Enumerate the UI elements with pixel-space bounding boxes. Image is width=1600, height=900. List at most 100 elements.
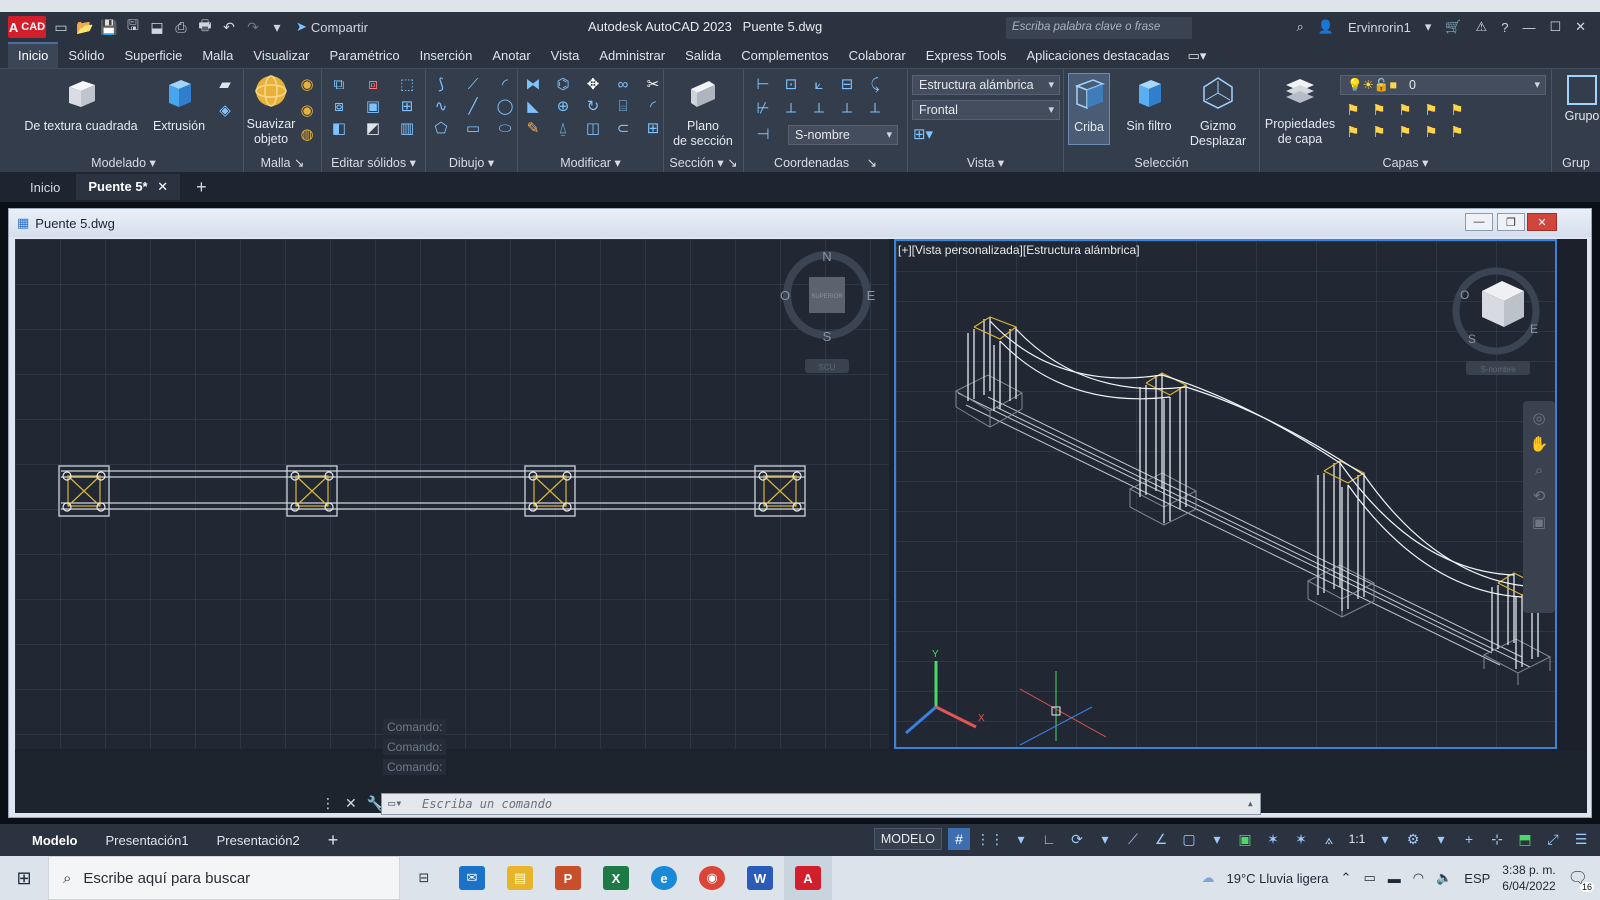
tab-malla[interactable]: Malla (192, 44, 243, 68)
rect-array-icon[interactable]: ⊞ (644, 119, 662, 137)
open-folder-icon[interactable]: 📂 (76, 18, 94, 36)
stretch-icon[interactable]: ◫ (584, 119, 602, 137)
annotation-monitor-icon[interactable]: + (1458, 828, 1480, 850)
viewport-3d[interactable]: [+][Vista personalizada][Estructura alám… (894, 239, 1557, 749)
object-snap-icon[interactable]: ▢ (1178, 828, 1200, 850)
volume-icon[interactable]: 🔈 (1436, 870, 1452, 886)
intersect-icon[interactable]: ⧇ (330, 97, 348, 115)
annotation-scale-value[interactable]: 1:1 (1346, 828, 1368, 850)
annotation-scale-icon[interactable]: ⟑ (1318, 828, 1340, 850)
layout-tab-presentacion2[interactable]: Presentación2 (203, 827, 314, 854)
ellipse-icon[interactable]: ⬭ (496, 119, 514, 137)
panel-title-modelado[interactable]: Modelado ▾ (4, 155, 243, 170)
save-as-icon[interactable]: 🖫 (124, 17, 142, 36)
compass-east[interactable]: E (867, 288, 876, 303)
view-cube-face-label[interactable]: SUPERIOR (811, 294, 843, 300)
autodesk-account-icon[interactable]: ⚠ (1476, 19, 1488, 35)
powerpoint-icon[interactable]: P (544, 856, 592, 900)
fillet-icon[interactable]: ◜ (644, 97, 662, 115)
doc-tab-puente[interactable]: Puente 5* ✕ (76, 174, 181, 200)
meet-now-icon[interactable]: ▭ (1363, 870, 1375, 886)
search-icon[interactable]: ⌕ (1297, 19, 1304, 35)
transparency-icon[interactable]: ▣ (1234, 828, 1256, 850)
ucs-z-icon[interactable]: ⟂ (838, 99, 856, 117)
panel-title-coordenadas[interactable]: Coordenadas ↘ (744, 155, 907, 170)
doc-tab-start[interactable]: Inicio (18, 175, 72, 200)
command-input[interactable]: ▭▾ Escriba un comando ▴ (381, 793, 1261, 815)
subtract-icon[interactable]: ⧈ (364, 75, 382, 93)
weather-icon[interactable]: ☁ (1202, 870, 1215, 886)
orbit-icon[interactable]: ⟲ (1530, 487, 1548, 505)
union-icon[interactable]: ⧉ (330, 75, 348, 93)
quick-properties-icon[interactable]: ⬒ (1514, 828, 1536, 850)
viewport-config-icon[interactable]: ⊞▾ (913, 125, 933, 143)
pan-icon[interactable]: ✋ (1530, 435, 1549, 453)
layer-match-icon[interactable]: ⚑ (1448, 123, 1466, 141)
ucs-y-icon[interactable]: ⟂ (810, 99, 828, 117)
wifi-icon[interactable]: ◠ (1413, 870, 1424, 886)
save-web-icon[interactable]: ⬓ (148, 18, 166, 36)
word-icon[interactable]: W (736, 856, 784, 900)
excel-icon[interactable]: X (592, 856, 640, 900)
offset-icon[interactable]: ⊂ (614, 119, 632, 137)
plot-icon[interactable]: ⎙ (172, 18, 190, 36)
panel-title-vista[interactable]: Vista ▾ (908, 155, 1063, 170)
cmd-history-chevron-icon[interactable]: ▴ (1247, 796, 1254, 810)
qat-customize-icon[interactable]: ▾ (268, 18, 286, 36)
scale-icon[interactable]: ⌸ (614, 97, 632, 115)
polar-menu-chevron-icon[interactable]: ▾ (1094, 828, 1116, 850)
layer-lock-icon[interactable]: ⚑ (1422, 101, 1440, 119)
3d-align-icon[interactable]: ⌬ (554, 75, 572, 93)
scale-menu-chevron-icon[interactable]: ▾ (1374, 828, 1396, 850)
layer-current-icon[interactable]: ⚑ (1448, 101, 1466, 119)
user-name[interactable]: Ervinrorin1 (1348, 20, 1411, 35)
tab-visualizar[interactable]: Visualizar (243, 44, 319, 68)
tray-chevron-icon[interactable]: ⌃ (1341, 870, 1352, 886)
tab-administrar[interactable]: Administrar (589, 44, 675, 68)
user-icon[interactable]: 👤 (1318, 19, 1334, 35)
panel-title-malla[interactable]: Malla ↘ (244, 155, 321, 170)
compass-south[interactable]: S (823, 329, 832, 344)
steering-wheel-icon[interactable]: ◎ (1530, 409, 1548, 427)
tab-salida[interactable]: Salida (675, 44, 731, 68)
tab-solido[interactable]: Sólido (58, 44, 114, 68)
showmotion-icon[interactable]: ▣ (1530, 513, 1548, 531)
3d-scale-icon[interactable]: ⍙ (554, 119, 572, 137)
workspace-menu-chevron-icon[interactable]: ▾ (1430, 828, 1452, 850)
tab-superficie[interactable]: Superficie (115, 44, 193, 68)
slice-icon[interactable]: ⬚ (398, 75, 416, 93)
cmd-grip-icon[interactable]: ⋮ (321, 795, 335, 812)
tab-inicio[interactable]: Inicio (8, 42, 59, 68)
cart-icon[interactable]: 🛒 (1445, 19, 1461, 35)
osnap-menu-chevron-icon[interactable]: ▾ (1206, 828, 1228, 850)
tab-anotar[interactable]: Anotar (482, 44, 540, 68)
trim-icon[interactable]: ✂ (644, 75, 662, 93)
culling-button[interactable]: Criba (1068, 73, 1110, 145)
tab-express-tools[interactable]: Express Tools (916, 44, 1017, 68)
view-dropdown[interactable]: Frontal (912, 100, 1060, 120)
tab-aplicaciones-destacadas[interactable]: Aplicaciones destacadas (1016, 44, 1179, 68)
battery-icon[interactable]: ▬ (1388, 871, 1401, 886)
workspace-gear-icon[interactable]: ⚙ (1402, 828, 1424, 850)
taskbar-search-input[interactable]: ⌕ Escribe aquí para buscar (48, 856, 400, 900)
file-explorer-icon[interactable]: ▤ (496, 856, 544, 900)
dwg-close-icon[interactable]: ✕ (1527, 213, 1557, 231)
panel-title-editar-solidos[interactable]: Editar sólidos ▾ (322, 155, 425, 170)
refine-mesh-icon[interactable]: ◍ (298, 125, 316, 143)
compass-west[interactable]: O (780, 288, 790, 303)
circle-icon[interactable]: ◯ (496, 97, 514, 115)
ucs-view-icon[interactable]: ⊟ (838, 75, 856, 93)
tab-complementos[interactable]: Complementos (731, 44, 838, 68)
customize-status-icon[interactable]: ☰ (1570, 828, 1592, 850)
print-icon[interactable]: 🖶 (196, 17, 214, 36)
interfere-icon[interactable]: ▣ (364, 97, 382, 115)
snap-menu-chevron-icon[interactable]: ▾ (1010, 828, 1032, 850)
polar-icon[interactable]: ⟳ (1066, 828, 1088, 850)
layer-isolate-icon[interactable]: ⚑ (1370, 101, 1388, 119)
panel-title-dibujo[interactable]: Dibujo ▾ (426, 155, 517, 170)
autocad-taskbar-icon[interactable]: A (784, 856, 832, 900)
zoom-icon[interactable]: ⌕ (1530, 461, 1548, 479)
compass-north[interactable]: N (822, 249, 831, 264)
extract-edges-icon[interactable]: ⊞ (398, 97, 416, 115)
grid-icon[interactable]: # (948, 828, 970, 850)
